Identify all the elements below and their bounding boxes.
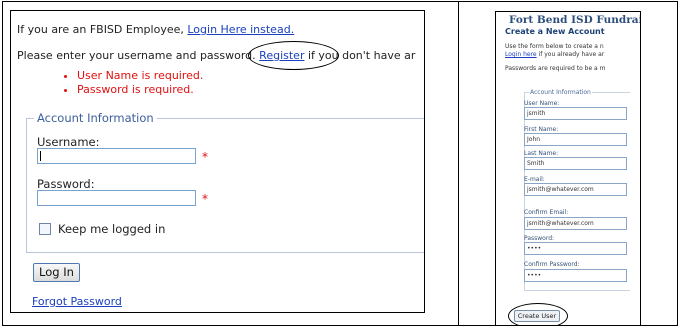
intro-line-2: Login here if you already have ar	[505, 51, 604, 58]
username-input[interactable]	[37, 148, 196, 164]
text-caret	[40, 151, 41, 161]
error-password: Password is required.	[77, 83, 203, 97]
instructions-text: Please enter your username and password.	[17, 49, 260, 62]
register-highlight-oval	[248, 41, 339, 70]
password-label: Password:	[37, 177, 95, 191]
first-name-label: First Name:	[524, 126, 559, 133]
error-username: User Name is required.	[77, 69, 203, 83]
login-button[interactable]: Log In	[33, 263, 80, 282]
employee-login-link[interactable]: Login Here instead.	[187, 23, 294, 36]
instructions-line: Please enter your username and password.…	[17, 49, 415, 62]
first-name-field[interactable]: John	[524, 133, 627, 146]
email-field[interactable]: jsmith@whatever.com	[524, 183, 627, 196]
remember-me-label: Keep me logged in	[58, 222, 166, 236]
confirm-email-field[interactable]: jsmith@whatever.com	[524, 217, 627, 230]
username-required-mark: *	[202, 150, 208, 164]
create-account-panel: Fort Bend ISD Fundrais Create a New Acco…	[495, 11, 641, 326]
password-field[interactable]: ••••	[524, 242, 627, 255]
username-field[interactable]: jsmith	[524, 107, 627, 120]
username-field-label: User Name:	[524, 100, 560, 107]
panel-divider	[458, 2, 459, 325]
create-account-heading: Create a New Account	[505, 27, 605, 36]
confirm-password-field[interactable]: ••••	[524, 269, 627, 282]
login-here-link[interactable]: Login here	[505, 51, 537, 58]
intro-text-end: if you already have ar	[536, 51, 605, 58]
confirm-password-label: Confirm Password:	[524, 261, 580, 268]
create-user-highlight-oval	[508, 303, 568, 325]
account-info-legend: Account Information	[34, 111, 157, 125]
last-name-field[interactable]: Smith	[524, 157, 627, 170]
login-panel: If you are an FBISD Employee, Login Here…	[10, 10, 425, 313]
forgot-password-link[interactable]: Forgot Password	[32, 295, 122, 308]
password-field-label: Password:	[524, 235, 555, 242]
remember-me-checkbox[interactable]	[39, 223, 51, 235]
employee-text: If you are an FBISD Employee,	[17, 23, 188, 36]
password-note: Passwords are required to be a m	[505, 65, 606, 72]
register-legend: Account Information	[529, 89, 592, 96]
username-label: Username:	[37, 135, 100, 149]
password-input[interactable]	[37, 190, 196, 206]
site-title: Fort Bend ISD Fundrais	[509, 14, 641, 26]
employee-line: If you are an FBISD Employee, Login Here…	[17, 23, 294, 36]
last-name-label: Last Name:	[524, 150, 559, 157]
intro-text: Use the form below to create a n	[505, 43, 604, 50]
validation-errors: User Name is required. Password is requi…	[65, 69, 203, 97]
email-label: E-mail:	[524, 176, 545, 183]
confirm-email-label: Confirm Email:	[524, 209, 569, 216]
password-required-mark: *	[202, 192, 208, 206]
